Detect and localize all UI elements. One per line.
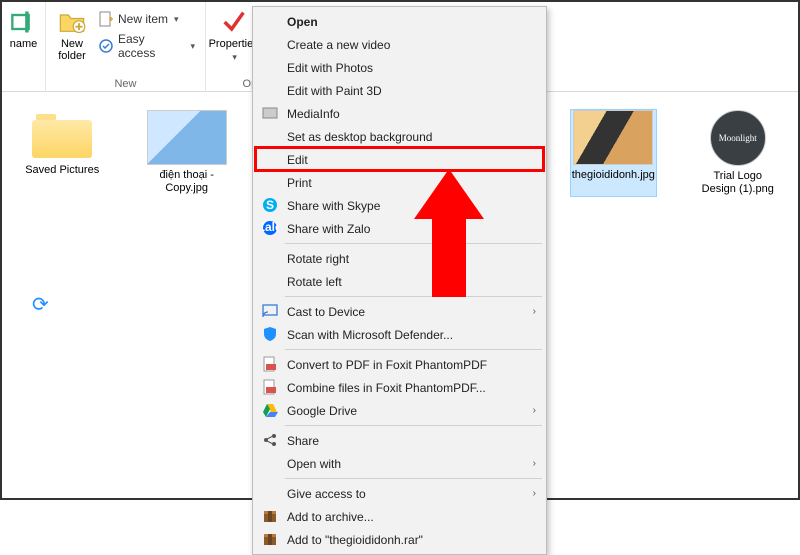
winrar-icon — [262, 508, 278, 524]
menu-share-zalo[interactable]: ZaloShare with Zalo — [255, 217, 544, 240]
image-thumbnail — [573, 110, 653, 165]
menu-google-drive[interactable]: Google Drive› — [255, 399, 544, 422]
defender-icon — [262, 326, 278, 342]
menu-separator — [285, 478, 542, 479]
chevron-down-icon: ▾ — [232, 52, 237, 63]
menu-cast[interactable]: Cast to Device› — [255, 300, 544, 323]
folder-item[interactable]: Saved Pictures — [20, 110, 104, 196]
context-menu: Open Create a new video Edit with Photos… — [252, 6, 547, 555]
new-folder-icon — [58, 8, 86, 36]
menu-combine-pdf[interactable]: Combine files in Foxit PhantomPDF... — [255, 376, 544, 399]
zalo-icon: Zalo — [262, 220, 278, 236]
menu-defender[interactable]: Scan with Microsoft Defender... — [255, 323, 544, 346]
menu-edit-paint3d[interactable]: Edit with Paint 3D — [255, 79, 544, 102]
image-thumbnail — [147, 110, 227, 165]
menu-separator — [285, 296, 542, 297]
menu-add-rar[interactable]: Add to "thegioididonh.rar" — [255, 528, 544, 551]
ribbon-group-label: New — [114, 78, 136, 90]
submenu-arrow-icon: › — [533, 488, 536, 499]
sync-icon: ⟳ — [32, 292, 49, 317]
skype-icon: S — [262, 197, 278, 213]
rename-button[interactable]: name — [6, 6, 42, 52]
new-folder-button[interactable]: New folder — [54, 6, 90, 64]
chevron-down-icon: ▾ — [190, 41, 195, 52]
rename-icon — [10, 8, 38, 36]
gdrive-icon — [262, 402, 278, 418]
easy-access-button[interactable]: Easy access▾ — [96, 31, 197, 61]
properties-icon — [220, 8, 248, 36]
menu-add-archive[interactable]: Add to archive... — [255, 505, 544, 528]
easy-access-icon — [98, 38, 114, 54]
new-item-icon — [98, 11, 114, 27]
menu-open-with[interactable]: Open with› — [255, 452, 544, 475]
foxit-icon — [262, 356, 278, 372]
menu-separator — [285, 349, 542, 350]
menu-print[interactable]: Print — [255, 171, 544, 194]
menu-set-background[interactable]: Set as desktop background — [255, 125, 544, 148]
folder-icon — [30, 110, 94, 160]
submenu-arrow-icon: › — [533, 306, 536, 317]
new-item-button[interactable]: New item▾ — [96, 10, 197, 28]
menu-share-skype[interactable]: SShare with Skype — [255, 194, 544, 217]
chevron-down-icon: ▾ — [174, 14, 179, 25]
submenu-arrow-icon: › — [533, 458, 536, 469]
svg-text:S: S — [266, 198, 274, 212]
submenu-arrow-icon: › — [533, 405, 536, 416]
file-item[interactable]: Moonlight Trial Logo Design (1).png — [696, 110, 780, 196]
image-thumbnail: Moonlight — [710, 110, 766, 166]
winrar-icon — [262, 531, 278, 547]
menu-give-access[interactable]: Give access to› — [255, 482, 544, 505]
menu-separator — [285, 243, 542, 244]
menu-mediainfo[interactable]: MediaInfo — [255, 102, 544, 125]
file-item-selected[interactable]: thegioididonh.jpg — [571, 110, 655, 196]
menu-rotate-left[interactable]: Rotate left — [255, 270, 544, 293]
menu-create-video[interactable]: Create a new video — [255, 33, 544, 56]
menu-convert-pdf[interactable]: Convert to PDF in Foxit PhantomPDF — [255, 353, 544, 376]
file-item[interactable]: điện thoại - Copy.jpg — [144, 110, 228, 196]
menu-separator — [285, 425, 542, 426]
share-icon — [262, 432, 278, 448]
menu-open[interactable]: Open — [255, 10, 544, 33]
menu-edit-photos[interactable]: Edit with Photos — [255, 56, 544, 79]
svg-text:Zalo: Zalo — [262, 220, 278, 234]
menu-rotate-right[interactable]: Rotate right — [255, 247, 544, 270]
cast-icon — [262, 303, 278, 319]
menu-edit[interactable]: Edit — [255, 148, 544, 171]
foxit-icon — [262, 379, 278, 395]
menu-share[interactable]: Share — [255, 429, 544, 452]
mediainfo-icon — [262, 105, 278, 121]
